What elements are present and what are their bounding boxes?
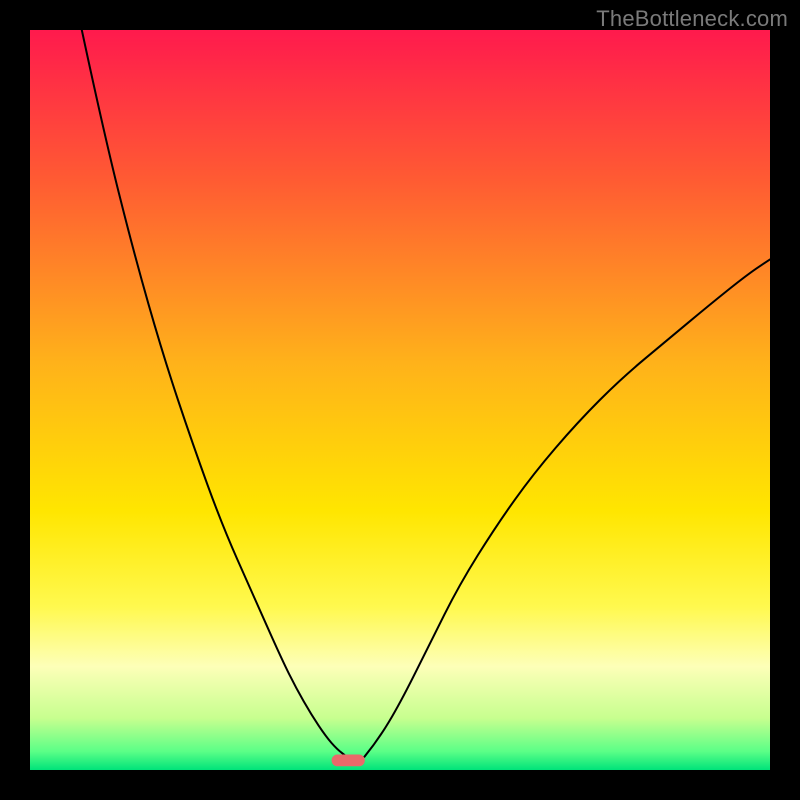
plot-area <box>30 30 770 770</box>
watermark-text: TheBottleneck.com <box>596 6 788 32</box>
chart-frame: TheBottleneck.com <box>0 0 800 800</box>
optimum-marker <box>332 754 365 766</box>
chart-svg <box>30 30 770 770</box>
gradient-background <box>30 30 770 770</box>
